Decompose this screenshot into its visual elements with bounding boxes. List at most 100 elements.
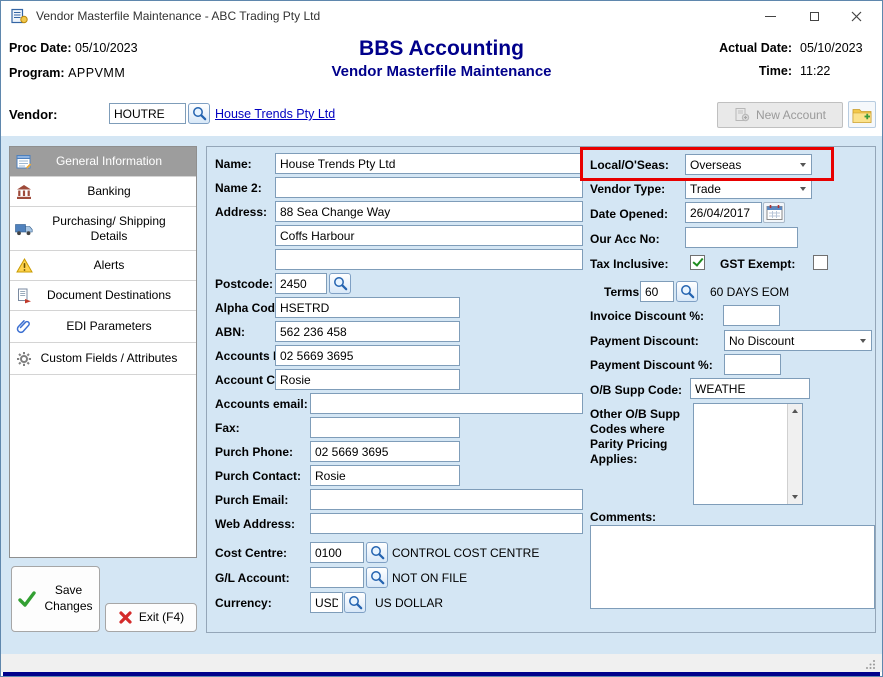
vendor-type-value: Trade [690, 182, 721, 196]
purch-email-input[interactable] [310, 489, 583, 510]
sidebar-item-purchasing-shipping[interactable]: Purchasing/ Shipping Details [10, 207, 196, 251]
vendor-lookup-button[interactable] [188, 103, 210, 124]
purch-contact-input[interactable] [310, 465, 460, 486]
terms-input[interactable] [640, 281, 674, 302]
paperclip-icon [10, 319, 38, 335]
comments-textarea[interactable] [590, 525, 875, 609]
magnifier-icon [333, 276, 348, 291]
alpha-code-input[interactable] [275, 297, 460, 318]
currency-input[interactable] [310, 592, 343, 613]
payment-discount-select[interactable]: No Discount [724, 330, 872, 351]
name2-input[interactable] [275, 177, 583, 198]
our-acc-no-label: Our Acc No: [590, 232, 660, 246]
new-account-button[interactable]: New Account [717, 102, 843, 128]
cost-centre-lookup-button[interactable] [366, 542, 388, 563]
gl-account-input[interactable] [310, 567, 364, 588]
accounts-email-input[interactable] [310, 393, 583, 414]
sidebar-item-general-information[interactable]: General Information [10, 147, 196, 177]
tax-inclusive-label: Tax Inclusive: [590, 257, 668, 271]
open-folder-button[interactable] [848, 101, 876, 128]
name-label: Name: [215, 157, 252, 171]
cost-centre-input[interactable] [310, 542, 364, 563]
payment-discount-pct-input[interactable] [724, 354, 781, 375]
exit-x-icon [118, 610, 133, 625]
maximize-icon [810, 12, 819, 21]
address2-input[interactable] [275, 225, 583, 246]
fax-label: Fax: [215, 421, 240, 435]
other-ob-supp-field[interactable] [693, 403, 803, 505]
vendor-code-input[interactable] [109, 103, 186, 124]
sidebar-item-document-destinations[interactable]: Document Destinations [10, 281, 196, 311]
close-button[interactable] [840, 1, 872, 31]
our-acc-no-input[interactable] [685, 227, 798, 248]
sidebar-item-label: Banking [38, 184, 196, 199]
payment-discount-pct-label: Payment Discount %: [590, 358, 713, 372]
status-region [1, 654, 882, 672]
other-ob-supp-textarea[interactable] [694, 404, 787, 504]
gst-exempt-checkbox[interactable] [813, 255, 828, 270]
exit-label: Exit (F4) [139, 610, 184, 626]
accounts-ph-input[interactable] [275, 345, 460, 366]
gl-account-lookup-button[interactable] [366, 567, 388, 588]
sidebar-item-custom-fields[interactable]: Custom Fields / Attributes [10, 343, 196, 375]
comments-label: Comments: [590, 510, 656, 524]
warning-icon [10, 258, 38, 273]
sidebar-item-label: General Information [38, 154, 196, 169]
purch-contact-label: Purch Contact: [215, 469, 301, 483]
close-icon [851, 11, 862, 22]
magnifier-icon [680, 284, 695, 299]
web-address-input[interactable] [310, 513, 583, 534]
address1-input[interactable] [275, 201, 583, 222]
vendor-name-link[interactable]: House Trends Pty Ltd [215, 107, 335, 121]
name2-label: Name 2: [215, 181, 262, 195]
sidebar-item-label: Alerts [38, 258, 196, 273]
gear-icon [10, 351, 38, 367]
local-oseas-label: Local/O'Seas: [590, 158, 669, 172]
local-oseas-value: Overseas [690, 158, 741, 172]
gl-account-description: NOT ON FILE [392, 571, 467, 585]
save-changes-label: Save Changes [43, 583, 95, 614]
date-picker-button[interactable] [763, 202, 785, 223]
purch-phone-input[interactable] [310, 441, 460, 462]
terms-description: 60 DAYS EOM [710, 285, 789, 299]
other-ob-supp-label: Other O/B Supp Codes where Parity Pricin… [590, 407, 688, 467]
currency-lookup-button[interactable] [344, 592, 366, 613]
postcode-input[interactable] [275, 273, 327, 294]
ob-supp-code-input[interactable] [690, 378, 810, 399]
app-icon [11, 8, 28, 24]
date-opened-label: Date Opened: [590, 207, 668, 221]
folder-icon [852, 107, 872, 123]
account-cont-input[interactable] [275, 369, 460, 390]
terms-lookup-button[interactable] [676, 281, 698, 302]
scroll-down-icon[interactable] [788, 490, 802, 504]
sidebar-item-banking[interactable]: Banking [10, 177, 196, 207]
chevron-down-icon [800, 163, 806, 167]
sidebar-item-edi-parameters[interactable]: EDI Parameters [10, 311, 196, 343]
purch-phone-label: Purch Phone: [215, 445, 293, 459]
scrollbar[interactable] [787, 404, 802, 504]
document-icon [10, 288, 38, 304]
invoice-discount-input[interactable] [723, 305, 780, 326]
sidebar-item-alerts[interactable]: Alerts [10, 251, 196, 281]
vendor-label: Vendor: [9, 107, 57, 122]
exit-button[interactable]: Exit (F4) [105, 603, 197, 632]
name-input[interactable] [275, 153, 583, 174]
tax-inclusive-checkbox[interactable] [690, 255, 705, 270]
magnifier-icon [370, 570, 385, 585]
minimize-button[interactable] [754, 1, 786, 31]
window-title: Vendor Masterfile Maintenance - ABC Trad… [36, 9, 320, 23]
address-label: Address: [215, 205, 267, 219]
postcode-lookup-button[interactable] [329, 273, 351, 294]
date-opened-input[interactable] [685, 202, 762, 223]
resize-grip[interactable] [866, 659, 876, 669]
maximize-button[interactable] [798, 1, 830, 31]
magnifier-icon [370, 545, 385, 560]
local-oseas-select[interactable]: Overseas [685, 154, 812, 175]
scroll-up-icon[interactable] [788, 404, 802, 418]
abn-input[interactable] [275, 321, 460, 342]
save-changes-button[interactable]: Save Changes [11, 566, 100, 632]
address3-input[interactable] [275, 249, 583, 270]
fax-input[interactable] [310, 417, 460, 438]
app-window: Vendor Masterfile Maintenance - ABC Trad… [0, 0, 883, 677]
vendor-type-select[interactable]: Trade [685, 178, 812, 199]
